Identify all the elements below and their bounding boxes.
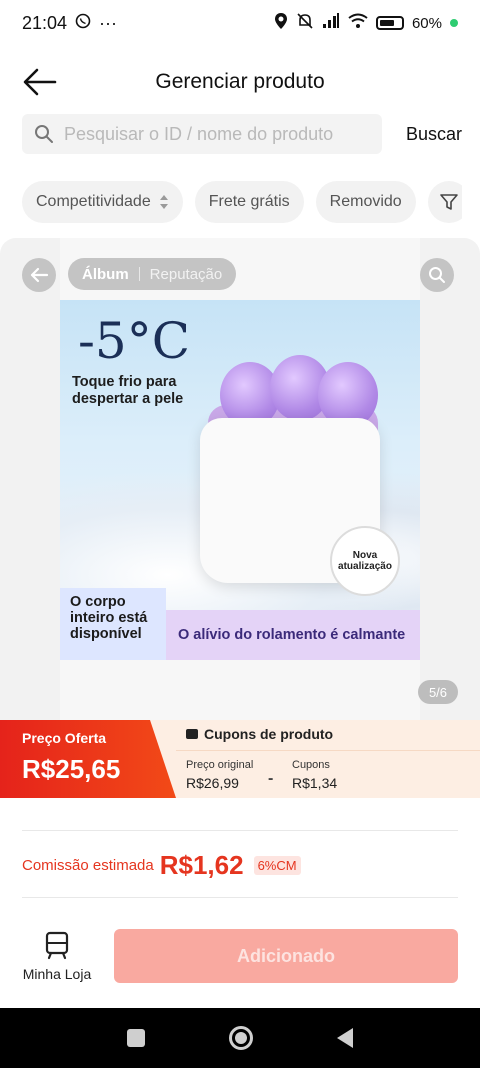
chip-competitividade[interactable]: Competitividade [22, 181, 183, 223]
location-icon [274, 12, 288, 34]
status-bar: 21:04 ··· 60% [0, 0, 480, 46]
funnel-icon [439, 194, 458, 210]
chip-label: Removido [329, 193, 402, 210]
original-price-label: Preço original [186, 759, 254, 771]
system-nav-bar [0, 1008, 480, 1068]
coupon-divider [176, 750, 480, 751]
commission-row: Comissão estimada R$1,62 6%CM [22, 850, 301, 881]
image-bottom-left-text: O corpo inteiro está disponível [60, 588, 166, 660]
coupon-value: R$1,34 [292, 775, 338, 791]
media-back-button[interactable] [22, 258, 56, 292]
sort-icon [159, 194, 169, 210]
media-tabs: Álbum Reputação [68, 258, 237, 290]
image-temperature-text: -5°C [78, 312, 190, 370]
chip-label: Frete grátis [208, 193, 290, 210]
page-indicator: 5/6 [418, 680, 458, 704]
image-caption: Toque frio para despertar a pele [72, 374, 184, 407]
signal-icon [322, 13, 340, 33]
search-icon [35, 125, 53, 143]
back-button[interactable] [22, 64, 58, 100]
battery-icon [375, 16, 404, 30]
update-badge: Nova atualização [330, 526, 400, 596]
page-title: Gerenciar produto [155, 70, 325, 93]
my-store-button[interactable]: Minha Loja [18, 930, 96, 986]
chip-label: Competitividade [36, 193, 151, 210]
home-icon[interactable] [229, 1026, 253, 1050]
search-row: Buscar [22, 114, 462, 154]
search-box[interactable] [22, 114, 382, 154]
added-button[interactable]: Adicionado [114, 929, 458, 983]
header: Gerenciar produto [0, 56, 480, 108]
offer-price-block: Preço Oferta R$25,65 [0, 720, 176, 798]
coupon-icon [186, 729, 198, 739]
commission-label: Comissão estimada [22, 857, 154, 874]
battery-level: 60% [411, 14, 442, 32]
mute-icon [296, 12, 314, 34]
filter-button[interactable] [427, 181, 462, 223]
offer-label: Preço Oferta [22, 730, 107, 746]
chip-removido[interactable]: Removido [315, 181, 416, 223]
price-separator: - [268, 770, 274, 787]
coupon-label: Cupons [292, 759, 330, 771]
privacy-dot [450, 19, 458, 27]
offer-price: R$25,65 [22, 754, 121, 784]
search-button[interactable]: Buscar [406, 124, 462, 145]
product-image[interactable]: -5°C Toque frio para despertar a pele No… [60, 300, 420, 660]
commission-percent-badge: 6%CM [253, 856, 301, 875]
search-input[interactable] [64, 123, 364, 145]
whatsapp-icon [75, 13, 91, 34]
recent-apps-icon[interactable] [127, 1029, 145, 1047]
commission-value: R$1,62 [159, 850, 244, 880]
coupons-title-text: Cupons de produto [204, 726, 334, 742]
tab-reputacao[interactable]: Reputação [150, 266, 223, 283]
back-triangle-icon[interactable] [337, 1028, 353, 1048]
chip-frete-gratis[interactable]: Frete grátis [194, 181, 304, 223]
arrow-left-icon [23, 68, 57, 96]
divider [22, 897, 458, 898]
more-dots: ··· [99, 12, 118, 33]
tab-divider [138, 267, 140, 281]
status-time: 21:04 [22, 12, 68, 33]
wifi-icon [348, 13, 368, 33]
media-search-button[interactable] [420, 258, 454, 292]
original-price-value: R$26,99 [186, 775, 239, 791]
arrow-left-icon [30, 267, 49, 283]
tab-album[interactable]: Álbum [82, 266, 129, 283]
coupons-title: Cupons de produto [186, 726, 333, 742]
store-icon [45, 931, 69, 960]
image-bottom-right-text: O alívio do rolamento é calmante [166, 610, 420, 660]
divider [22, 830, 458, 831]
filter-bar: Competitividade Frete grátis Removido [22, 180, 462, 224]
my-store-label: Minha Loja [22, 966, 92, 982]
search-icon [429, 267, 445, 283]
